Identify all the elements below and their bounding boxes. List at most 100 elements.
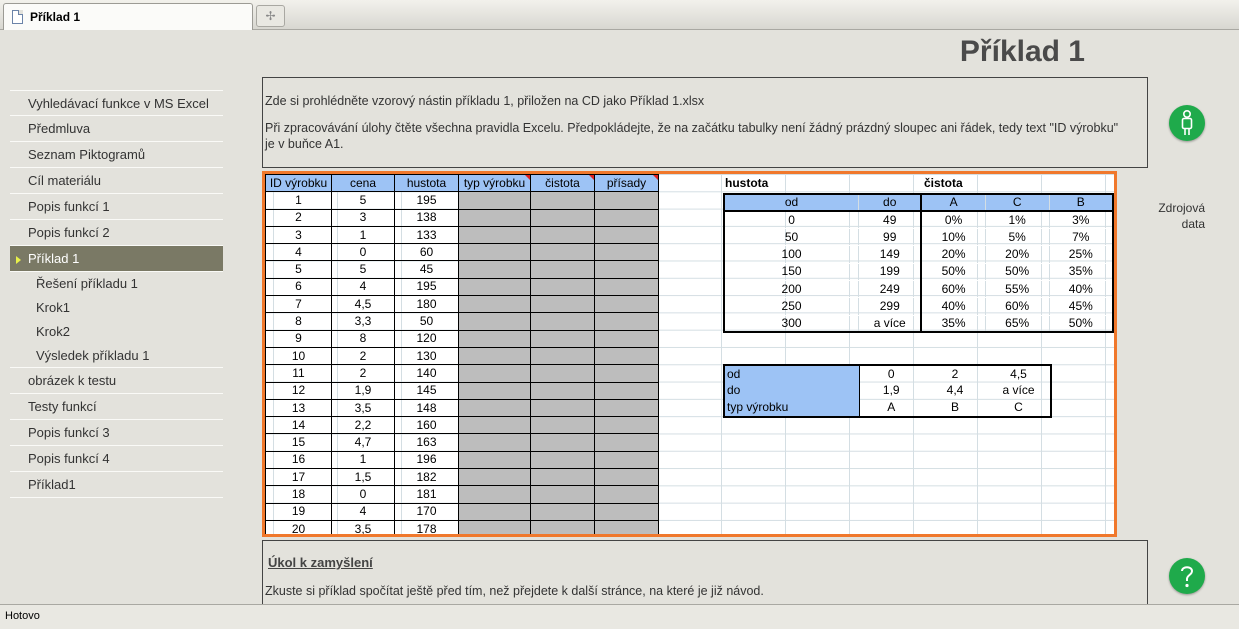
- empty-input-cell: [458, 260, 531, 279]
- table-cell: 50: [724, 228, 860, 247]
- sidebar-item-seznam-piktogramu[interactable]: Seznam Piktogramů: [10, 142, 223, 168]
- sidebar-item-vyhledavaci-funkce[interactable]: Vyhledávací funkce v MS Excel: [10, 90, 223, 116]
- empty-input-cell: [458, 433, 531, 452]
- table-cell: 1: [331, 450, 395, 470]
- purity-header-b: B: [1049, 194, 1114, 213]
- table-cell: 250: [724, 297, 860, 316]
- table-cell: 7%: [1049, 228, 1114, 247]
- empty-input-cell: [594, 398, 659, 418]
- sidebar-item-obrazek-k-testu[interactable]: obrázek k testu: [10, 368, 223, 394]
- table-cell: 14: [265, 416, 332, 435]
- info-line-1: Zde si prohlédněte vzorový nástin příkla…: [265, 94, 705, 108]
- density-header-row: od do A C B: [724, 194, 1114, 213]
- table-row: 250 299 40% 60% 45%: [724, 297, 1114, 316]
- table-cell: 3: [331, 208, 395, 227]
- sidebar-item-popis-funkci-3[interactable]: Popis funkcí 3: [10, 420, 223, 446]
- table-cell: 0: [331, 485, 395, 504]
- info-box: Zde si prohlédněte vzorový nástin příkla…: [262, 77, 1148, 168]
- table-cell: 195: [394, 277, 459, 297]
- table-cell: 170: [394, 502, 459, 521]
- table-cell: 4: [331, 277, 395, 297]
- table-row: 18 0 181: [265, 485, 659, 504]
- table-cell: 195: [394, 191, 459, 210]
- table-cell: C: [1014, 400, 1023, 415]
- sidebar-item-cil-materialu[interactable]: Cíl materiálu: [10, 168, 223, 194]
- empty-input-cell: [530, 398, 595, 418]
- tab-priklad-1[interactable]: Příklad 1: [3, 3, 253, 30]
- table-cell: 45%: [1049, 297, 1114, 316]
- col-header-id: ID výrobku: [265, 174, 332, 193]
- empty-input-cell: [458, 468, 531, 487]
- table-row: 3 1 133: [265, 225, 659, 245]
- table-cell: 5: [265, 260, 332, 279]
- info-line-2: Při zpracovávání úlohy čtěte všechna pra…: [265, 121, 1119, 151]
- sidebar-subitem-krok1[interactable]: Krok1: [10, 296, 223, 320]
- table-cell: 148: [394, 398, 459, 418]
- empty-input-cell: [458, 485, 531, 504]
- empty-input-cell: [458, 502, 531, 521]
- sidebar-item-testy-funkci[interactable]: Testy funkcí: [10, 394, 223, 420]
- table-cell: 300: [724, 315, 860, 333]
- empty-input-cell: [530, 191, 595, 210]
- empty-input-cell: [530, 277, 595, 297]
- sidebar-item-popis-funkci-1[interactable]: Popis funkcí 1: [10, 194, 223, 220]
- density-purity-table: od do A C B 0 49 0% 1% 3% 50 99 10% 5% 7% 100 149 20…: [723, 193, 1114, 334]
- table-cell: 180: [394, 295, 459, 314]
- help-button[interactable]: [1169, 558, 1205, 594]
- table-cell: 45: [394, 260, 459, 279]
- empty-input-cell: [594, 329, 659, 348]
- table-cell: 196: [394, 450, 459, 470]
- sidebar-item-priklad1[interactable]: Příklad1: [10, 472, 223, 498]
- table-row: 8 3,3 50: [265, 312, 659, 331]
- col-header-cistota: čistota: [530, 174, 595, 193]
- purity-label: čistota: [924, 176, 963, 190]
- new-tab-button[interactable]: ✢: [256, 5, 285, 27]
- spreadsheet: ID výrobku cena hustota typ výrobku čist…: [262, 171, 1117, 537]
- empty-input-cell: [458, 295, 531, 314]
- table-cell: 3%: [1049, 211, 1114, 230]
- person-icon: [1181, 109, 1193, 135]
- table-cell: 5: [331, 191, 395, 210]
- table-cell: 35%: [1049, 263, 1114, 281]
- table-row: 0 49 0% 1% 3%: [724, 211, 1114, 230]
- empty-input-cell: [458, 381, 531, 400]
- sidebar-item-priklad-1-active[interactable]: Příklad 1: [10, 246, 223, 272]
- empty-input-cell: [530, 519, 595, 534]
- products-header-row: ID výrobku cena hustota typ výrobku čist…: [265, 174, 659, 193]
- empty-input-cell: [530, 468, 595, 487]
- table-cell: 200: [724, 280, 860, 299]
- tab-bar: Příklad 1 ✢: [0, 0, 1239, 30]
- table-cell: 8: [265, 312, 332, 331]
- table-cell: 2: [265, 208, 332, 227]
- table-cell: 1: [331, 225, 395, 245]
- empty-input-cell: [530, 260, 595, 279]
- table-cell: 20: [265, 519, 332, 534]
- table-cell: 3,5: [331, 519, 395, 534]
- product-type-table: od 0 2 4,5 do 1,9 4,4 a více typ výrobku A B C: [723, 364, 1052, 418]
- products-table: ID výrobku cena hustota typ výrobku čist…: [265, 174, 659, 534]
- sidebar-item-popis-funkci-2[interactable]: Popis funkcí 2: [10, 220, 223, 246]
- empty-input-cell: [530, 364, 595, 383]
- sidebar-item-predmluva[interactable]: Předmluva: [10, 116, 223, 142]
- table-cell: 55%: [985, 280, 1050, 299]
- sidebar-subitem-krok2[interactable]: Krok2: [10, 320, 223, 344]
- table-cell: 181: [394, 485, 459, 504]
- table-row: 1 5 195: [265, 191, 659, 210]
- table-cell: 1: [265, 191, 332, 210]
- sidebar-item-popis-funkci-4[interactable]: Popis funkcí 4: [10, 446, 223, 472]
- table-cell: 140: [394, 364, 459, 383]
- sidebar-subitem-vysledek-prikladu-1[interactable]: Výsledek příkladu 1: [10, 344, 223, 368]
- empty-input-cell: [530, 346, 595, 366]
- table-row: 50 99 10% 5% 7%: [724, 228, 1114, 247]
- table-cell: B: [950, 400, 959, 415]
- task-box: Úkol k zamyšlení Zkuste si příklad spočí…: [262, 540, 1148, 610]
- sidebar-subitem-reseni-prikladu-1[interactable]: Řešení příkladu 1: [10, 272, 223, 296]
- empty-input-cell: [530, 225, 595, 245]
- table-cell: 1,9: [882, 383, 900, 398]
- table-cell: 5%: [985, 228, 1050, 247]
- task-text: Zkuste si příklad spočítat ještě před tí…: [265, 584, 764, 598]
- source-data-button[interactable]: [1169, 105, 1205, 141]
- table-cell: 0: [887, 366, 895, 381]
- table-cell: 299: [858, 297, 923, 316]
- table-cell: 1%: [985, 211, 1050, 230]
